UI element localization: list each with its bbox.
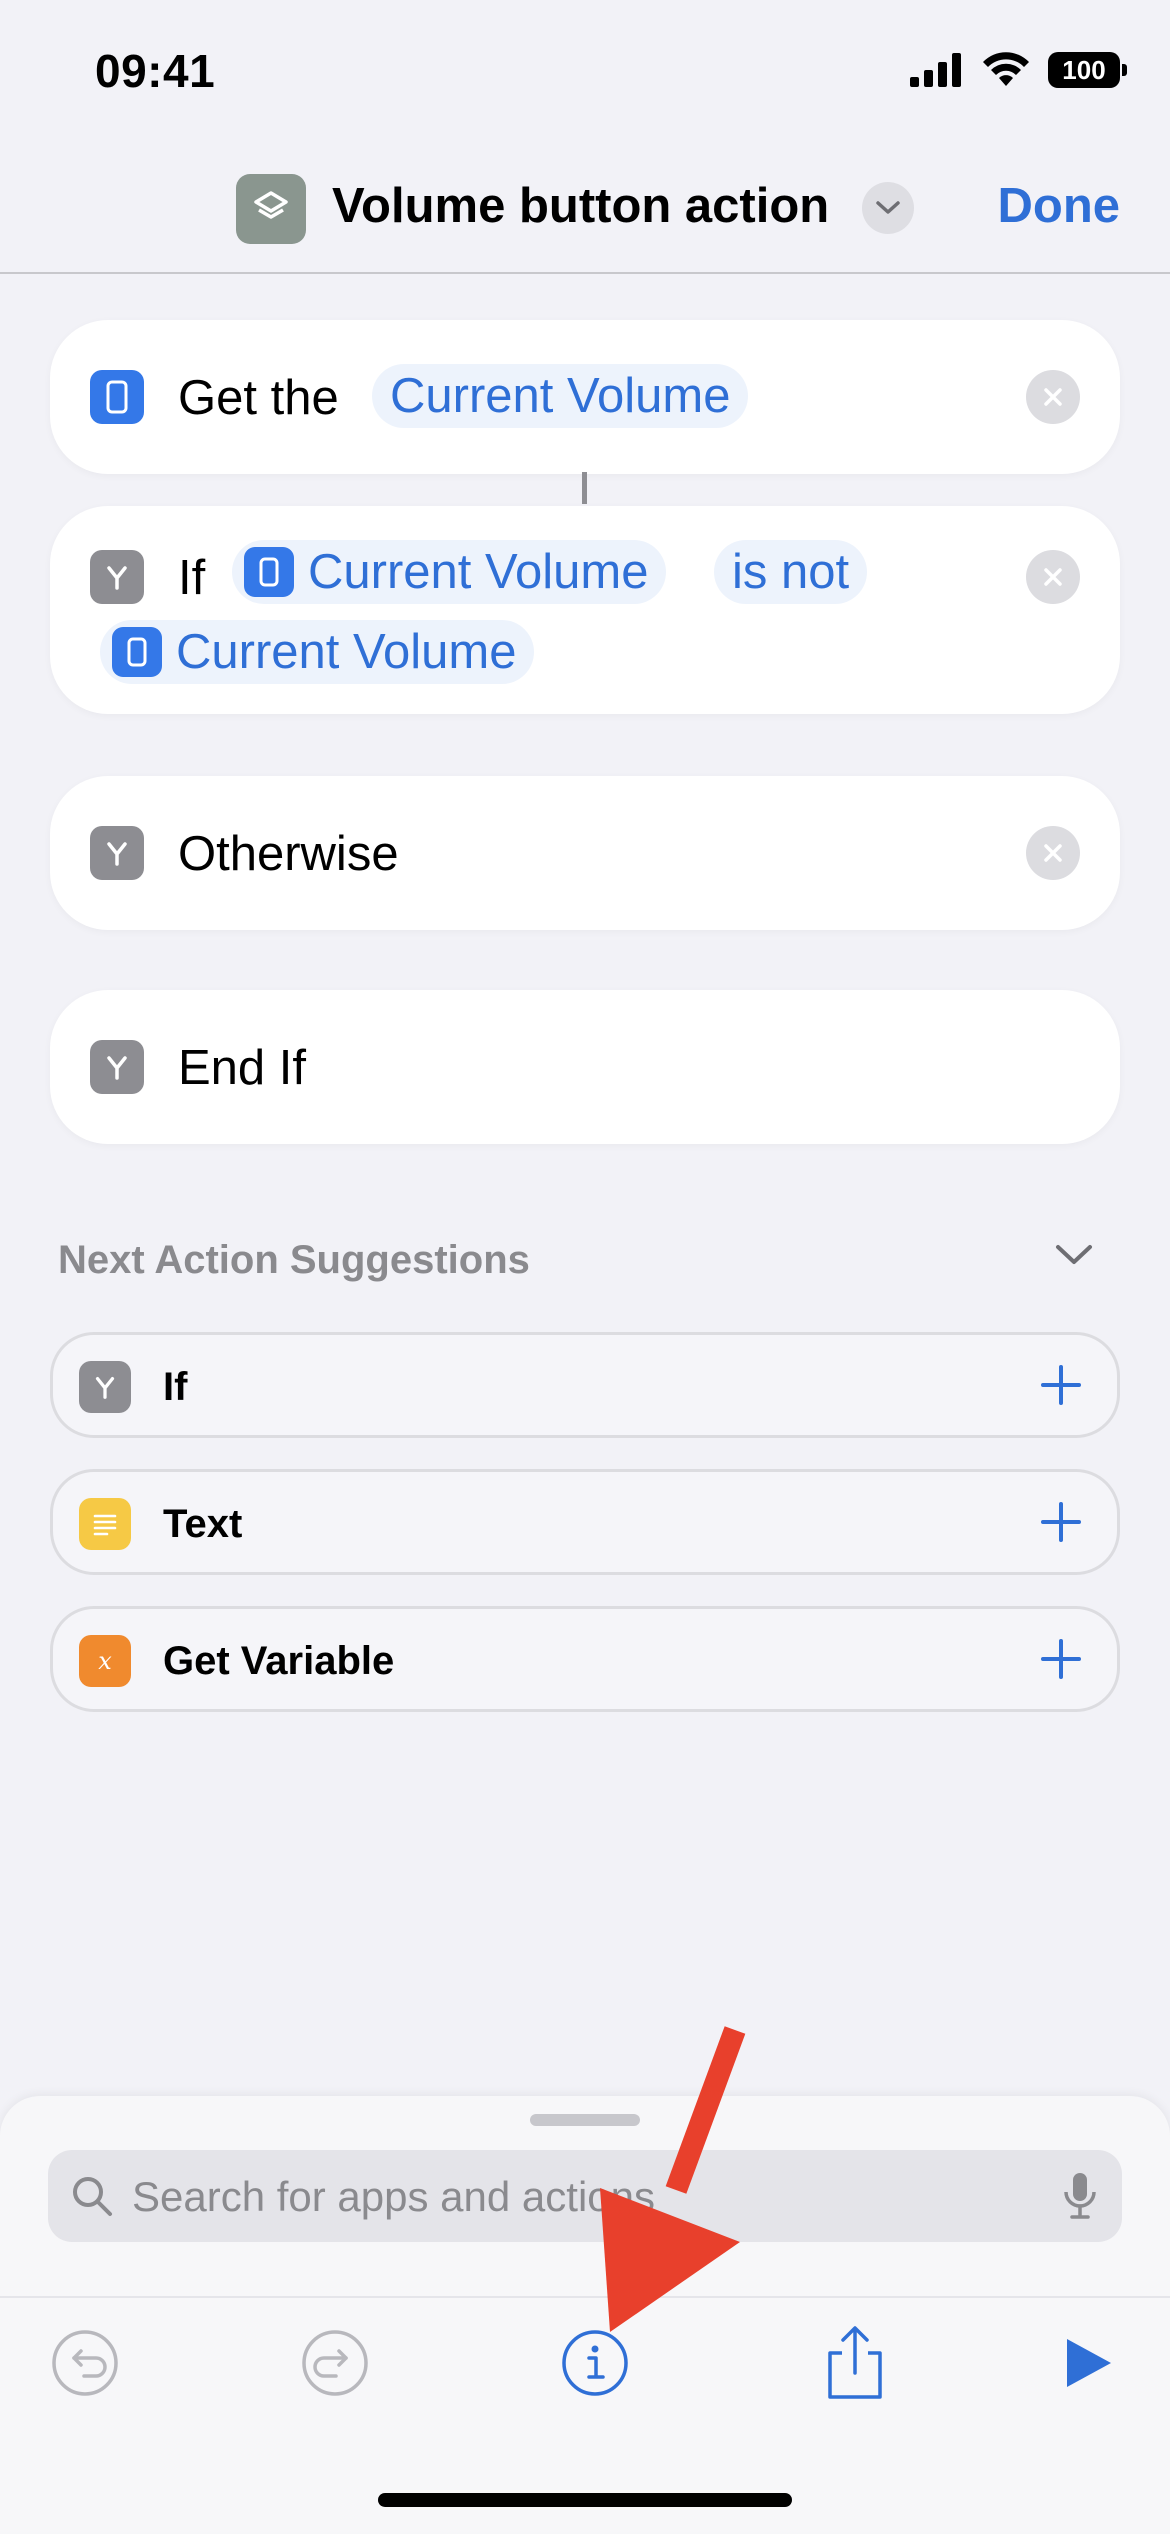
otherwise-label: Otherwise bbox=[178, 827, 399, 881]
suggestion-label: Text bbox=[163, 1502, 243, 1546]
remove-action-button[interactable] bbox=[1026, 826, 1080, 880]
battery-indicator: 100 bbox=[1048, 52, 1127, 88]
undo-icon bbox=[52, 2330, 118, 2396]
token-label: Current Volume bbox=[176, 625, 517, 679]
chevron-down-icon bbox=[876, 201, 900, 214]
phone-icon bbox=[90, 370, 144, 424]
close-icon bbox=[1044, 388, 1062, 406]
svg-text:x: x bbox=[98, 1647, 112, 1675]
status-icons: 100 bbox=[910, 52, 1127, 88]
status-time: 09:41 bbox=[95, 45, 216, 97]
suggestion-text[interactable]: Text bbox=[50, 1469, 1120, 1575]
play-icon bbox=[1067, 2339, 1111, 2387]
add-suggestion-button[interactable] bbox=[1035, 1496, 1087, 1553]
action-if[interactable]: If Current Volume is not Current Volume bbox=[50, 506, 1120, 714]
if-label: If bbox=[178, 551, 206, 605]
action-label: Get the bbox=[178, 371, 339, 425]
title-menu-button[interactable] bbox=[862, 182, 914, 234]
share-icon bbox=[828, 2326, 882, 2399]
remove-action-button[interactable] bbox=[1026, 370, 1080, 424]
action-otherwise[interactable]: Otherwise bbox=[50, 776, 1120, 930]
search-icon bbox=[73, 2177, 112, 2216]
add-suggestion-button[interactable] bbox=[1035, 1633, 1087, 1690]
suggestion-label: Get Variable bbox=[163, 1639, 395, 1683]
end-if-label: End If bbox=[178, 1041, 307, 1095]
suggestions-header: Next Action Suggestions bbox=[58, 1238, 530, 1282]
remove-action-button[interactable] bbox=[1026, 550, 1080, 604]
signal-icon bbox=[910, 53, 961, 87]
action-connector bbox=[582, 472, 587, 504]
home-indicator bbox=[378, 2493, 792, 2507]
done-button[interactable]: Done bbox=[998, 178, 1121, 234]
chevron-down-icon bbox=[1056, 1245, 1092, 1264]
action-get-volume[interactable]: Get the Current Volume bbox=[50, 320, 1120, 474]
share-button[interactable] bbox=[820, 2326, 890, 2399]
phone-icon bbox=[112, 627, 162, 677]
collapse-suggestions-button[interactable] bbox=[1054, 1242, 1094, 1273]
branch-icon bbox=[79, 1361, 131, 1413]
suggestion-if[interactable]: If bbox=[50, 1332, 1120, 1438]
branch-icon bbox=[90, 550, 144, 604]
microphone-icon[interactable] bbox=[1062, 2170, 1098, 2222]
redo-button[interactable] bbox=[300, 2328, 370, 2398]
layers-icon bbox=[254, 191, 288, 219]
suggestion-get-variable[interactable]: x Get Variable bbox=[50, 1606, 1120, 1712]
action-end-if[interactable]: End If bbox=[50, 990, 1120, 1144]
text-lines-icon bbox=[79, 1498, 131, 1550]
branch-icon bbox=[90, 1040, 144, 1094]
undo-button[interactable] bbox=[50, 2328, 120, 2398]
wifi-icon bbox=[983, 52, 1029, 86]
close-icon bbox=[1044, 568, 1062, 586]
redo-icon bbox=[302, 2330, 368, 2396]
current-volume-token[interactable]: Current Volume bbox=[232, 540, 667, 604]
branch-icon bbox=[90, 826, 144, 880]
add-suggestion-button[interactable] bbox=[1035, 1359, 1087, 1416]
token-label: Current Volume bbox=[308, 545, 649, 599]
close-icon bbox=[1044, 844, 1062, 862]
current-volume-token[interactable]: Current Volume bbox=[100, 620, 535, 684]
current-volume-token[interactable]: Current Volume bbox=[372, 364, 749, 428]
run-button[interactable] bbox=[1052, 2328, 1122, 2398]
suggestion-label: If bbox=[163, 1365, 188, 1409]
plus-icon bbox=[1041, 1365, 1081, 1405]
condition-operator-token[interactable]: is not bbox=[714, 540, 868, 604]
phone-icon bbox=[244, 547, 294, 597]
variable-icon: x bbox=[79, 1635, 131, 1687]
plus-icon bbox=[1041, 1639, 1081, 1679]
shortcut-app-icon[interactable] bbox=[236, 174, 306, 244]
annotation-arrow bbox=[600, 2026, 746, 2332]
plus-icon bbox=[1041, 1502, 1081, 1542]
shortcut-title[interactable]: Volume button action bbox=[332, 178, 829, 234]
